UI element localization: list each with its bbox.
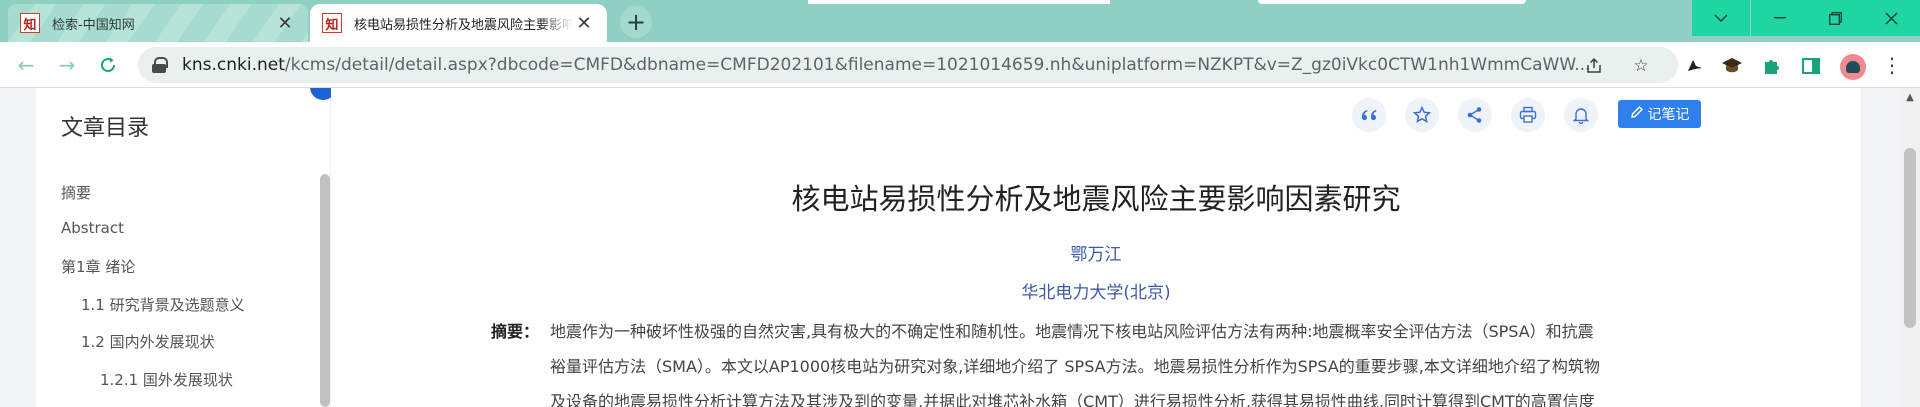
minimize-icon[interactable] [1751,0,1809,36]
avatar-icon [1846,61,1860,73]
profile-avatar[interactable] [1840,54,1866,80]
toc-item-1-1[interactable]: 1.1 研究背景及选题意义 [81,294,245,315]
scroll-up-arrow-icon[interactable]: ▲ [1903,92,1917,103]
page-scrollbar-thumb[interactable] [1904,148,1916,328]
side-panel-icon[interactable] [1799,54,1823,78]
toc-title: 文章目录 [61,116,150,141]
forward-arrow-icon[interactable]: → [51,49,83,81]
quote-icon[interactable] [1352,98,1386,132]
tab-cnki-search[interactable]: 知 检索-中国知网 ✕ [8,4,308,42]
cnki-favicon-icon: 知 [322,13,342,33]
restore-icon[interactable] [1806,0,1864,36]
share-page-icon[interactable] [1583,55,1605,77]
menu-dots-icon[interactable]: ⋮ [1880,52,1904,78]
table-of-contents: 文章目录 摘要 Abstract 第1章 绪论 1.1 研究背景及选题意义 1.… [36,88,330,407]
bell-icon[interactable] [1564,98,1598,132]
toc-item-abstract-en[interactable]: Abstract [61,219,124,237]
author-name[interactable]: 鄂万江 [1071,245,1122,265]
url-host: kns.cnki.net [182,55,285,75]
pencil-icon [1630,105,1644,123]
decorative-bar [1258,0,1526,4]
author-link[interactable]: 鄂万江 [331,240,1861,265]
toc-item-1-2-1[interactable]: 1.2.1 国外发展现状 [100,369,233,390]
bird-extension-icon[interactable] [1683,54,1707,78]
window-close-icon[interactable] [1862,0,1920,36]
close-icon[interactable]: ✕ [274,12,296,34]
toc-item-chapter-1[interactable]: 第1章 绪论 [61,256,135,277]
cnki-favicon-icon: 知 [20,13,40,33]
decorative-bar [808,0,1110,4]
page-content: 文章目录 摘要 Abstract 第1章 绪论 1.1 研究背景及选题意义 1.… [0,88,1920,407]
reload-icon[interactable] [92,49,124,81]
paper-title: 核电站易损性分析及地震风险主要影响因素研究 [791,182,1401,216]
close-icon[interactable]: ✕ [573,12,595,34]
affiliation-name[interactable]: 华北电力大学(北京) [1021,283,1170,303]
tab-title: 检索-中国知网 [52,17,135,33]
print-icon[interactable] [1511,98,1545,132]
abstract-line: 及设备的地震易损性分析计算方法及其涉及到的变量,并据此对堆芯补水箱（CMT）进行… [550,392,1595,407]
back-arrow-icon[interactable]: ← [10,49,42,81]
share-icon[interactable] [1458,98,1492,132]
abstract-label: 摘要： [491,322,540,341]
bookmark-star-icon[interactable]: ☆ [1630,55,1652,77]
toc-item-abstract-cn[interactable]: 摘要 [61,182,91,203]
take-note-button[interactable]: 记笔记 [1618,100,1701,128]
sidebar-scrollbar-thumb[interactable] [320,174,330,407]
abstract-line: 裕量评估方法（SMA）。本文以AP1000核电站为研究对象,详细地介绍了 SPS… [550,357,1600,376]
abstract-line: 地震作为一种破坏性极强的自然灾害,具有极大的不确定性和随机性。地震情况下核电站风… [550,322,1594,341]
url-path: /kcms/detail/detail.aspx?dbcode=CMFD&dbn… [284,55,1591,75]
extensions-puzzle-icon[interactable] [1760,54,1784,78]
address-bar[interactable]: kns.cnki.net/kcms/detail/detail.aspx?dbc… [138,47,1678,83]
star-icon[interactable] [1405,98,1439,132]
url-text[interactable]: kns.cnki.net/kcms/detail/detail.aspx?dbc… [182,55,1602,75]
graduation-cap-icon[interactable] [1720,54,1744,78]
browser-toolbar: ← → kns.cnki.net/kcms/detail/detail.aspx… [0,42,1920,88]
article-panel: 记笔记 核电站易损性分析及地震风险主要影响因素研究 鄂万江 华北电力大学(北京)… [331,88,1861,407]
take-note-label: 记笔记 [1647,107,1690,123]
tab-strip: 知 检索-中国知网 ✕ 知 核电站易损性分析及地震风险主要影响因素研究 ✕ + [0,0,1920,42]
toc-item-1-2[interactable]: 1.2 国内外发展现状 [81,331,215,352]
affiliation-link[interactable]: 华北电力大学(北京) [331,278,1861,303]
tab-title: 核电站易损性分析及地震风险主要影响因素研究 [354,17,573,33]
lock-icon[interactable] [152,57,168,73]
chevron-down-icon[interactable] [1692,0,1750,36]
tab-paper-detail[interactable]: 知 核电站易损性分析及地震风险主要影响因素研究 ✕ [310,4,607,42]
plus-icon[interactable]: + [620,6,652,38]
